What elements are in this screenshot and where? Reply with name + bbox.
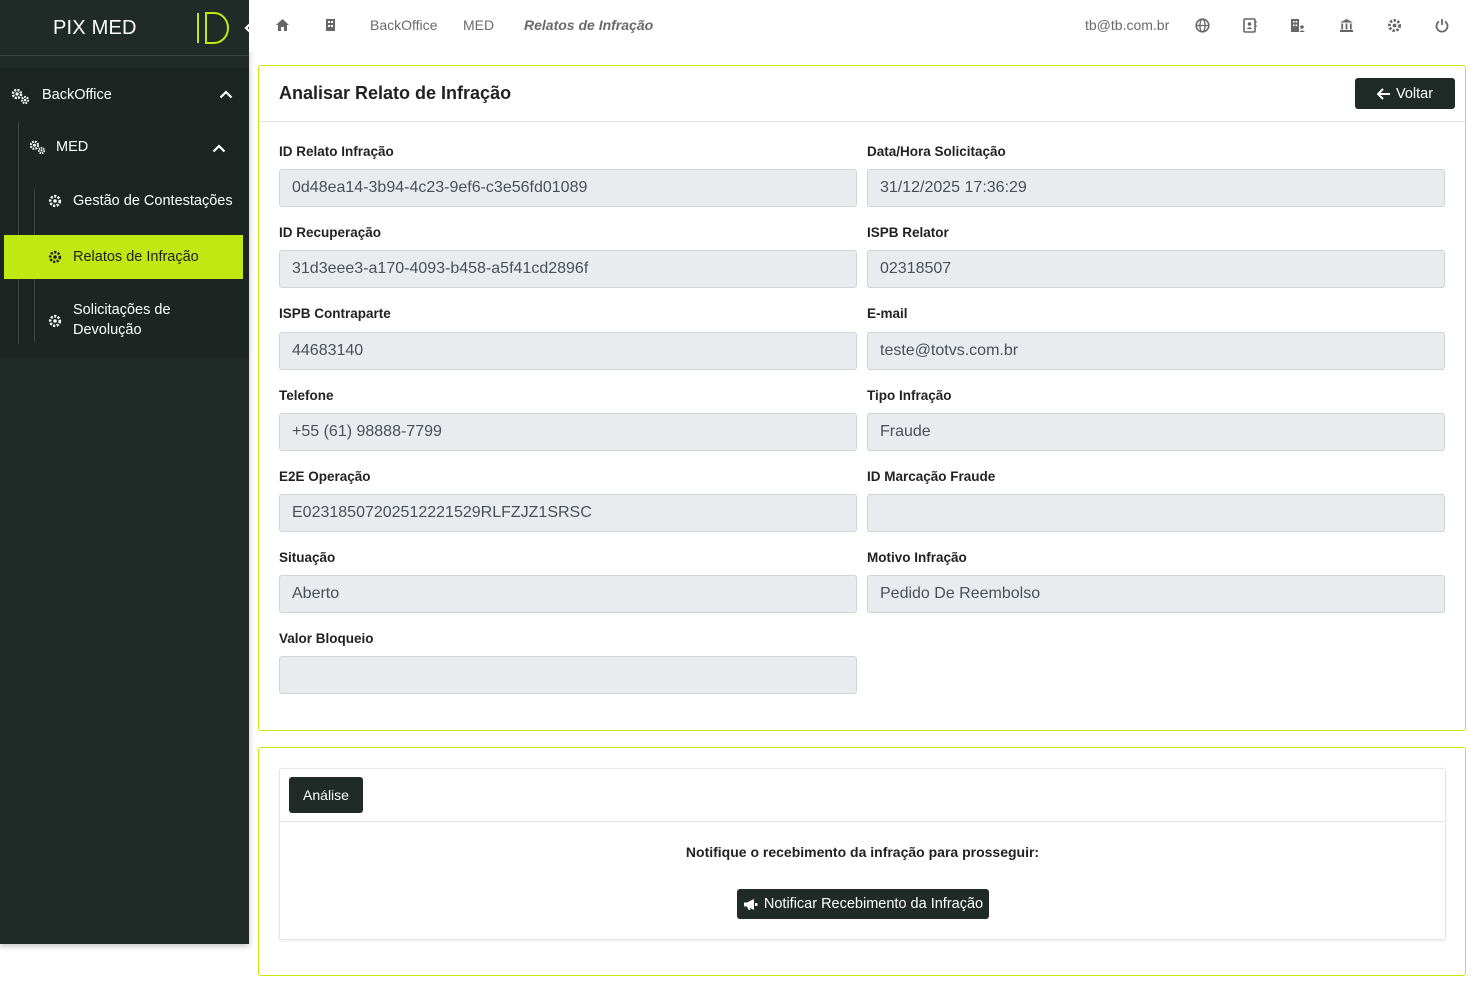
sidebar-item-label: Solicitações de Devolução bbox=[73, 302, 171, 338]
gears-icon bbox=[11, 88, 30, 105]
gear-icon bbox=[48, 250, 62, 264]
brand-logo-icon bbox=[197, 12, 229, 44]
home-icon[interactable] bbox=[272, 15, 292, 35]
chevron-up-icon bbox=[212, 144, 226, 153]
brand-header: PIX MED bbox=[0, 0, 249, 56]
analysis-message: Notifique o recebimento da infração para… bbox=[685, 844, 1040, 860]
megaphone-icon bbox=[743, 898, 758, 910]
data-hora-label: Data/Hora Solicitação bbox=[867, 144, 1006, 159]
user-email: tb@tb.com.br bbox=[1085, 17, 1170, 33]
analysis-panel: Análise Notifique o recebimento da infra… bbox=[279, 768, 1446, 940]
situacao-label: Situação bbox=[279, 550, 336, 565]
notify-receipt-label: Notificar Recebimento da Infração bbox=[763, 896, 984, 912]
breadcrumb-current: Relatos de Infração bbox=[524, 17, 654, 33]
ispb-relator-field[interactable]: 02318507 bbox=[867, 250, 1445, 288]
app-title: PIX MED bbox=[53, 17, 137, 39]
id-recuperacao-field[interactable]: 31d3eee3-a170-4093-b458-a5f41cd2896f bbox=[279, 250, 857, 288]
gears-icon bbox=[29, 140, 46, 155]
sidebar-item-label: Gestão de Contestações bbox=[73, 193, 233, 209]
motivo-label: Motivo Infração bbox=[867, 550, 967, 565]
tab-analise[interactable]: Análise bbox=[289, 777, 363, 813]
back-button-label: Voltar bbox=[1395, 85, 1434, 102]
analysis-tabs: Análise bbox=[280, 769, 1445, 822]
valor-bloqueio-field[interactable] bbox=[279, 656, 857, 694]
id-relato-label: ID Relato Infração bbox=[279, 144, 394, 159]
building-icon[interactable] bbox=[320, 15, 340, 35]
globe-icon[interactable] bbox=[1192, 15, 1212, 35]
breadcrumb-backoffice[interactable]: BackOffice bbox=[370, 17, 437, 33]
id-marcacao-label: ID Marcação Fraude bbox=[867, 469, 996, 484]
sidebar-med-section: MED Gestão de Contestações Relatos de In… bbox=[0, 122, 249, 358]
back-button[interactable]: Voltar bbox=[1355, 78, 1455, 109]
gear-icon bbox=[48, 194, 62, 208]
arrow-left-icon bbox=[1376, 87, 1390, 100]
motivo-field[interactable]: Pedido De Reembolso bbox=[867, 575, 1445, 613]
tipo-infracao-label: Tipo Infração bbox=[867, 388, 952, 403]
sidebar-item-gestao-contestacoes[interactable]: Gestão de Contestações bbox=[36, 180, 249, 222]
ispb-relator-label: ISPB Relator bbox=[867, 225, 949, 240]
bank-icon[interactable] bbox=[1336, 15, 1356, 35]
e2e-label: E2E Operação bbox=[279, 469, 371, 484]
analysis-card: Análise Notifique o recebimento da infra… bbox=[258, 747, 1466, 976]
data-hora-field[interactable]: 31/12/2025 17:36:29 bbox=[867, 169, 1445, 207]
company-icon[interactable] bbox=[1288, 15, 1308, 35]
breadcrumb-med[interactable]: MED bbox=[463, 17, 494, 33]
ispb-contraparte-label: ISPB Contraparte bbox=[279, 306, 391, 321]
sidebar-item-solicitacoes-devolucao[interactable]: Solicitações de Devolução bbox=[36, 290, 249, 342]
sidebar-item-med[interactable]: MED bbox=[18, 122, 249, 172]
gear-icon bbox=[48, 314, 62, 328]
contact-icon[interactable] bbox=[1240, 15, 1260, 35]
sidebar: PIX MED BackOffice MED Gestão de Contest… bbox=[0, 0, 259, 944]
id-relato-field[interactable]: 0d48ea14-3b94-4c23-9ef6-c3e56fd01089 bbox=[279, 169, 857, 207]
detail-card-header: Analisar Relato de Infração Voltar bbox=[259, 66, 1465, 122]
chevron-up-icon bbox=[219, 90, 233, 99]
situacao-field[interactable]: Aberto bbox=[279, 575, 857, 613]
page-title: Analisar Relato de Infração bbox=[279, 83, 512, 103]
telefone-field[interactable]: +55 (61) 98888-7799 bbox=[279, 413, 857, 451]
ispb-contraparte-field[interactable]: 44683140 bbox=[279, 332, 857, 370]
sidebar-group-label: BackOffice bbox=[42, 87, 112, 103]
sidebar-item-label: Relatos de Infração bbox=[73, 249, 199, 265]
e2e-field[interactable]: E02318507202512221529RLFZJZ1SRSC bbox=[279, 494, 857, 532]
id-recuperacao-label: ID Recuperação bbox=[279, 225, 382, 240]
tipo-infracao-field[interactable]: Fraude bbox=[867, 413, 1445, 451]
email-field[interactable]: teste@totvs.com.br bbox=[867, 332, 1445, 370]
notify-receipt-button[interactable]: Notificar Recebimento da Infração bbox=[737, 889, 989, 919]
gear-icon[interactable] bbox=[1384, 15, 1404, 35]
sidebar-item-label: MED bbox=[56, 139, 89, 155]
power-icon[interactable] bbox=[1432, 15, 1452, 35]
telefone-label: Telefone bbox=[279, 388, 334, 403]
sidebar-item-relatos-infracao[interactable]: Relatos de Infração bbox=[4, 235, 243, 279]
email-label: E-mail bbox=[867, 306, 908, 321]
sidebar-group-backoffice[interactable]: BackOffice bbox=[0, 68, 249, 122]
id-marcacao-field[interactable] bbox=[867, 494, 1445, 532]
detail-card: Analisar Relato de Infração Voltar ID Re… bbox=[258, 65, 1466, 731]
valor-bloqueio-label: Valor Bloqueio bbox=[279, 631, 374, 646]
topbar: BackOffice MED Relatos de Infração tb@tb… bbox=[249, 0, 1474, 52]
